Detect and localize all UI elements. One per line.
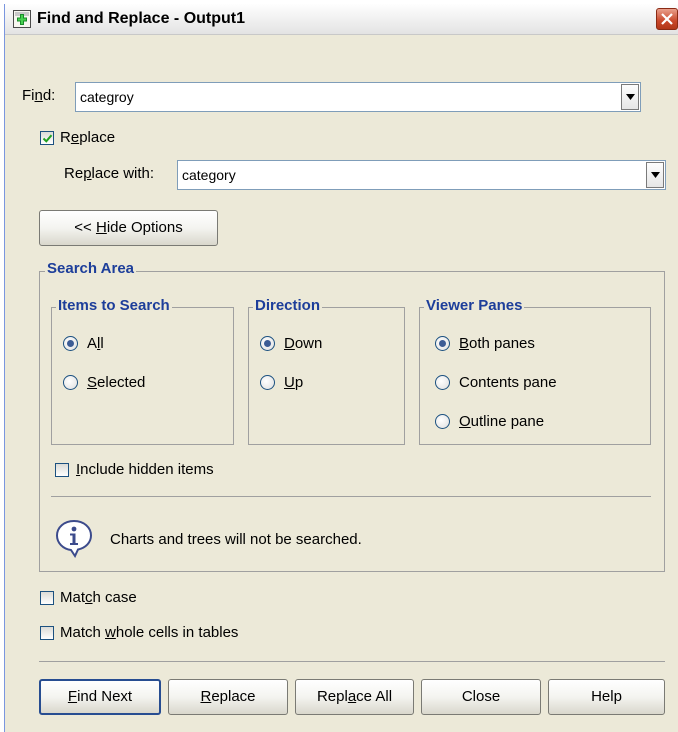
close-icon [661,13,673,25]
spss-output-icon [13,10,31,28]
items-selected-label: Selected [87,374,146,391]
panes-outline-radio[interactable] [435,414,450,429]
replace-with-label: Replace with: [64,165,155,182]
direction-title: Direction [253,297,323,314]
direction-down-radio[interactable] [260,336,275,351]
direction-up-radio[interactable] [260,375,275,390]
match-case-label: Match case [60,589,137,606]
items-all-label: All [87,335,104,352]
checkmark-icon [42,134,53,143]
items-all-radio[interactable] [63,336,78,351]
close-button[interactable]: Close [421,679,541,715]
title-bar[interactable]: Find and Replace - Output1 [5,4,678,35]
find-input[interactable]: categroy [80,89,134,105]
panes-both-label: Both panes [459,335,535,352]
find-label: Find: [22,87,56,104]
help-button[interactable]: Help [548,679,665,715]
hide-options-button[interactable]: << Hide Options [39,210,218,246]
match-whole-cells-label: Match whole cells in tables [60,624,239,641]
panes-outline-label: Outline pane [459,413,545,430]
button-divider [39,661,665,662]
match-whole-cells-checkbox[interactable] [40,626,54,640]
window-title: Find and Replace - Output1 [37,10,246,27]
search-area-divider [51,496,651,497]
include-hidden-label: Include hidden items [76,461,214,478]
panes-contents-label: Contents pane [459,374,557,391]
viewer-panes-title: Viewer Panes [424,297,525,314]
items-selected-radio[interactable] [63,375,78,390]
replace-with-combobox[interactable]: category [177,160,666,190]
replace-checkbox[interactable] [40,131,54,145]
direction-up-label: Up [284,374,304,391]
match-case-checkbox[interactable] [40,591,54,605]
find-dropdown-button[interactable] [621,84,639,110]
info-text: Charts and trees will not be searched. [110,531,362,548]
include-hidden-checkbox[interactable] [55,463,69,477]
info-icon [55,519,93,558]
replace-checkbox-label: Replace [60,129,116,146]
chevron-down-icon [626,94,635,100]
direction-down-label: Down [284,335,323,352]
replace-all-button[interactable]: Replace All [295,679,414,715]
find-next-button[interactable]: Find Next [39,679,161,715]
replace-with-input[interactable]: category [182,167,236,183]
panes-contents-radio[interactable] [435,375,450,390]
find-replace-dialog: Find and Replace - Output1 Find: categro… [4,4,678,732]
search-area-title: Search Area [45,260,136,277]
chevron-down-icon [651,172,660,178]
close-window-button[interactable] [656,8,678,30]
replace-with-dropdown-button[interactable] [646,162,664,188]
replace-button[interactable]: Replace [168,679,288,715]
items-to-search-title: Items to Search [56,297,172,314]
panes-both-radio[interactable] [435,336,450,351]
find-combobox[interactable]: categroy [75,82,641,112]
